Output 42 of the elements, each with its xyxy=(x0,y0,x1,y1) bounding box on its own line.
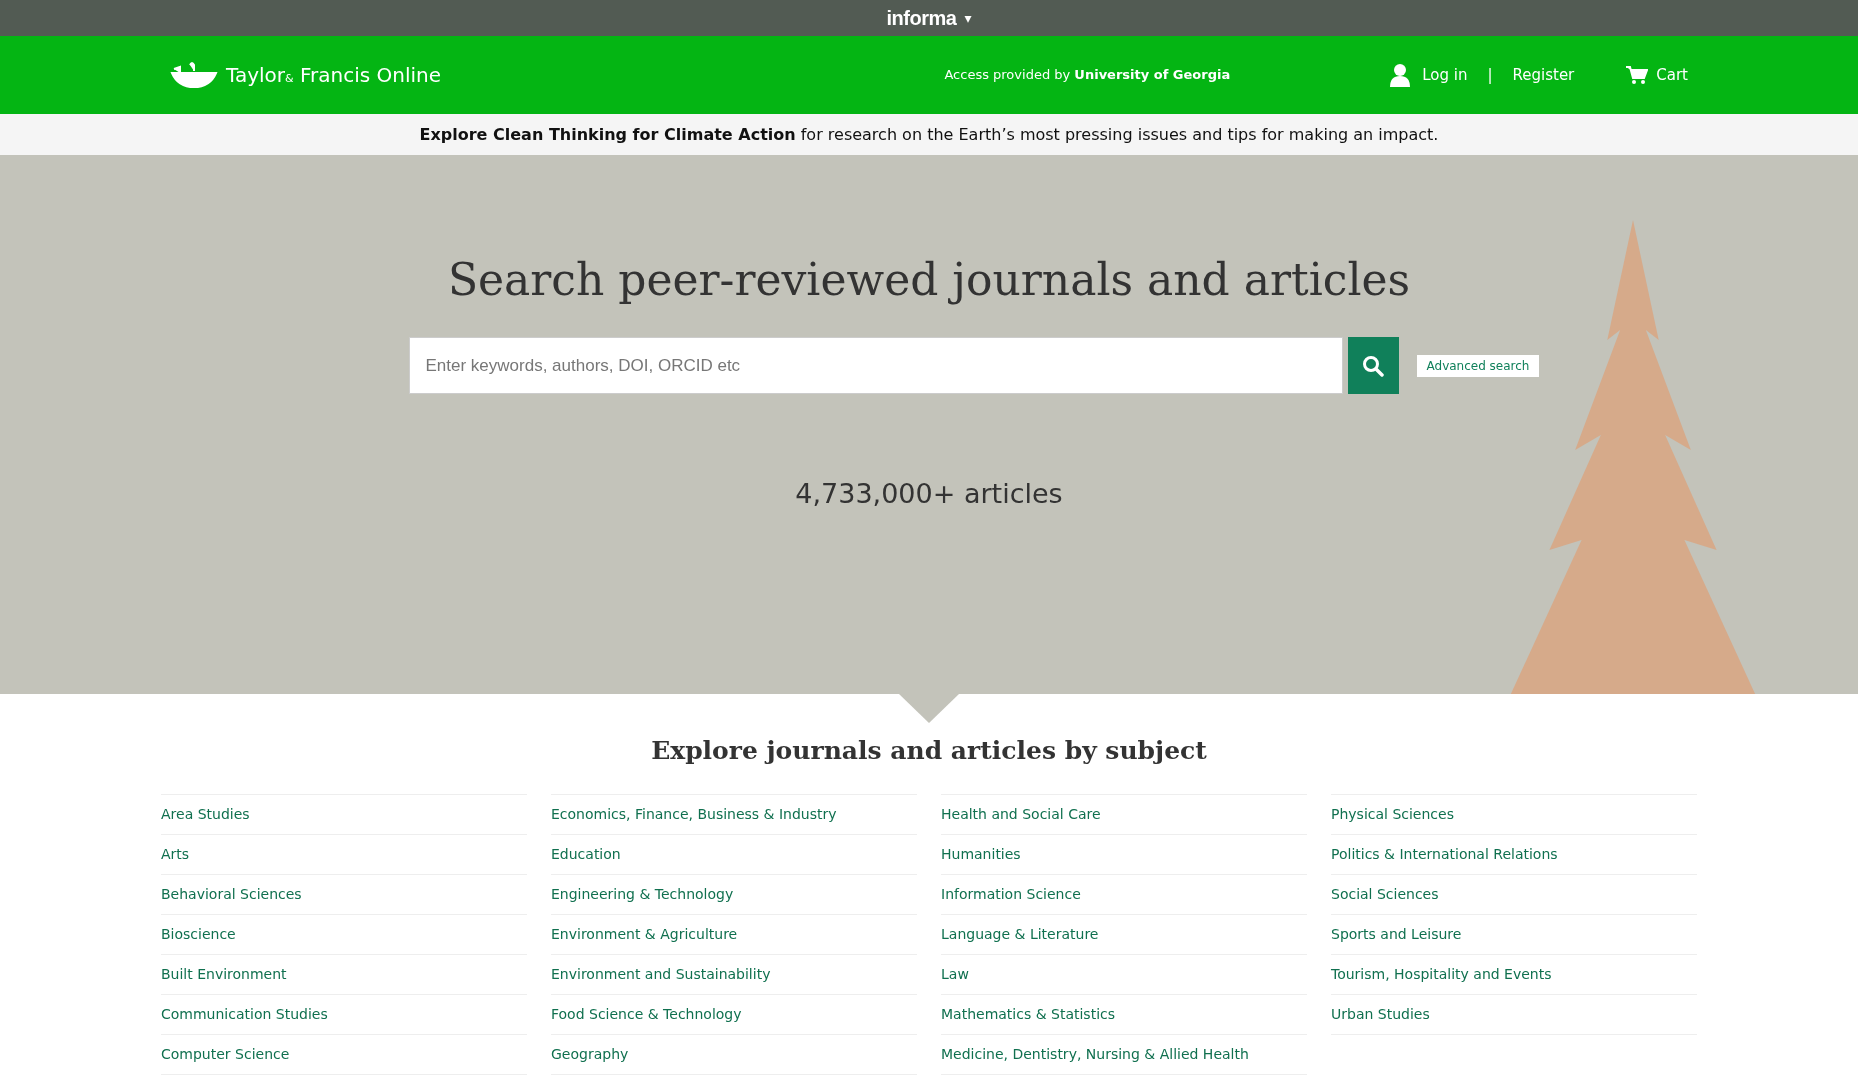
subject-link[interactable]: Social Sciences xyxy=(1331,883,1439,905)
subject-link[interactable]: Health and Social Care xyxy=(941,803,1101,825)
brand-menu[interactable]: informa xyxy=(886,3,957,33)
advanced-search-link[interactable]: Advanced search xyxy=(1416,354,1540,377)
subject-link[interactable]: Economics, Finance, Business & Industry xyxy=(551,803,837,825)
subject-link[interactable]: Food Science & Technology xyxy=(551,1003,742,1025)
subject-link[interactable]: Urban Studies xyxy=(1331,1003,1430,1025)
subject-link[interactable]: Behavioral Sciences xyxy=(161,883,302,905)
subject-link[interactable]: Tourism, Hospitality and Events xyxy=(1331,963,1552,985)
search-field[interactable]: Enter keywords, authors, DOI, ORCID etc xyxy=(408,337,1343,394)
subject-link[interactable]: Geography xyxy=(551,1043,629,1065)
search-button[interactable] xyxy=(1347,337,1399,394)
access-text: Access provided by University of Georgia xyxy=(944,66,1231,85)
subject-link[interactable]: Mathematics & Statistics xyxy=(941,1003,1116,1025)
subject-link[interactable]: Sports and Leisure xyxy=(1331,923,1462,945)
subject-link[interactable]: Medicine, Dentistry, Nursing & Allied Health xyxy=(941,1043,1249,1065)
subject-link[interactable]: Engineering & Technology xyxy=(551,883,734,905)
subject-link[interactable]: Education xyxy=(551,843,621,865)
hero-title: Search peer-reviewed journals and articles xyxy=(447,253,1411,307)
subject-link[interactable]: Information Science xyxy=(941,883,1081,905)
subject-link[interactable]: Politics & International Relations xyxy=(1331,843,1558,865)
subject-link[interactable]: Law xyxy=(941,963,969,985)
subject-link[interactable]: Area Studies xyxy=(161,803,250,825)
subject-link[interactable]: Bioscience xyxy=(161,923,236,945)
separator: | xyxy=(1487,64,1493,86)
subject-link[interactable]: Computer Science xyxy=(161,1043,290,1065)
subject-link[interactable]: Built Environment xyxy=(161,963,287,985)
subject-link[interactable]: Environment and Sustainability xyxy=(551,963,771,985)
cart-icon xyxy=(1626,65,1649,85)
user-icon xyxy=(1390,63,1411,87)
subject-link[interactable]: Humanities xyxy=(941,843,1021,865)
subject-link[interactable]: Arts xyxy=(161,843,190,865)
announcement-text: Explore Clean Thinking for Climate Action for research on the Earth’s most pressing issues and tips for making an impact. xyxy=(419,123,1439,146)
subject-link[interactable]: Environment & Agriculture xyxy=(551,923,738,945)
subject-link[interactable]: Communication Studies xyxy=(161,1003,328,1025)
search-icon xyxy=(1362,354,1384,377)
subject-link[interactable]: Language & Literature xyxy=(941,923,1099,945)
caret-icon: ▾ xyxy=(964,7,972,29)
lamp-icon xyxy=(170,61,218,89)
article-count: 4,733,000+ articles xyxy=(795,477,1063,511)
subject-link[interactable]: Physical Sciences xyxy=(1331,803,1454,825)
section-title: Explore journals and articles by subject xyxy=(650,735,1208,767)
